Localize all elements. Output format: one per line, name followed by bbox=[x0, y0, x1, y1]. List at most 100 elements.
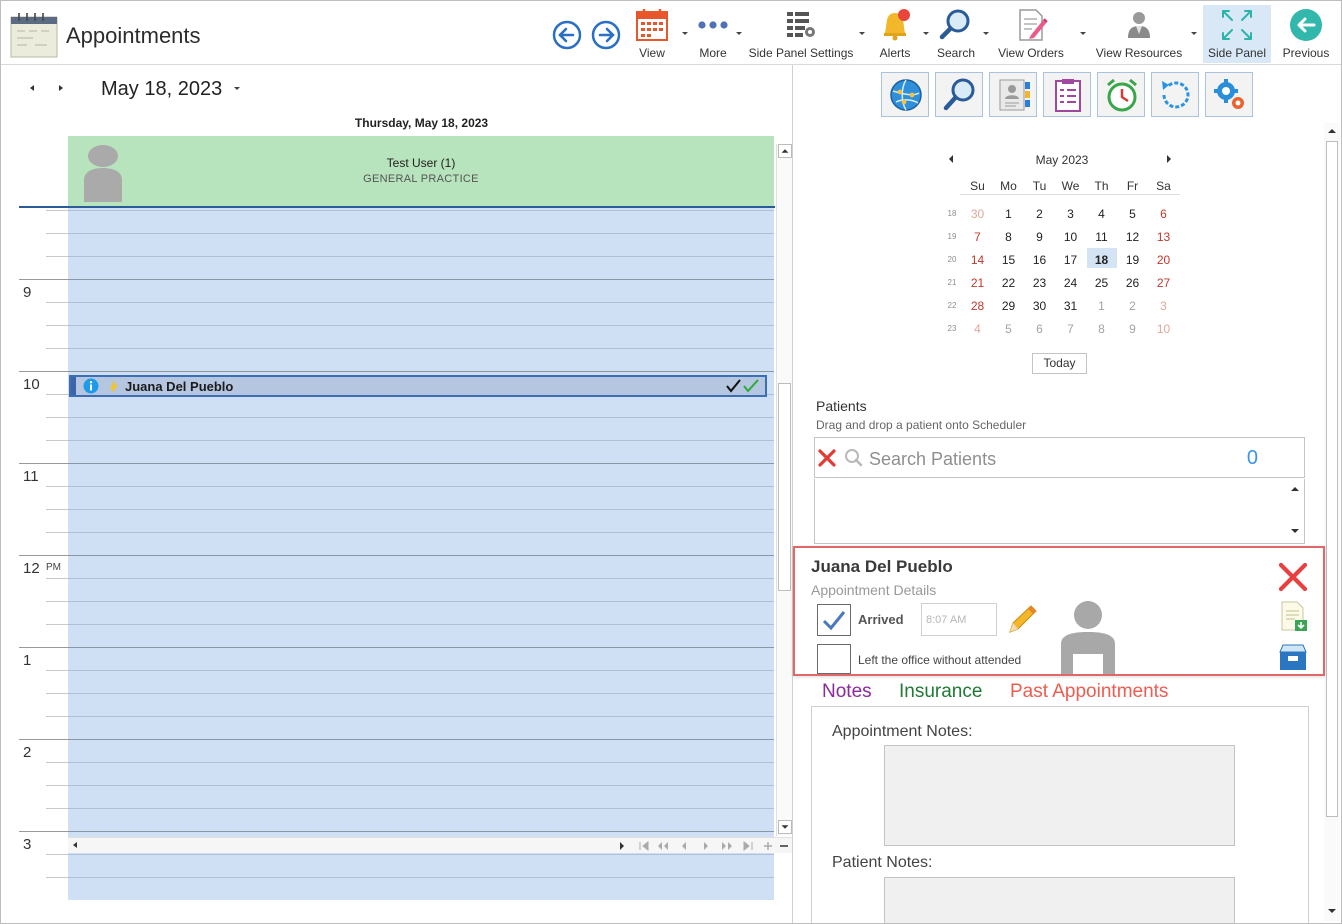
view-dropdown-caret-icon[interactable] bbox=[680, 29, 690, 37]
next-day-arrow-icon[interactable] bbox=[56, 83, 66, 93]
calendar-day[interactable]: 11 bbox=[1086, 230, 1117, 244]
settings-gears-button[interactable] bbox=[1205, 72, 1253, 117]
calendar-day[interactable]: 21 bbox=[962, 276, 993, 290]
calendar-day[interactable]: 20 bbox=[1148, 253, 1179, 267]
checklist-button[interactable] bbox=[1043, 72, 1091, 117]
calendar-day[interactable]: 7 bbox=[962, 230, 993, 244]
calendar-day[interactable]: 8 bbox=[993, 230, 1024, 244]
calendar-day[interactable]: 5 bbox=[1117, 207, 1148, 221]
info-icon[interactable] bbox=[83, 378, 99, 394]
calendar-day[interactable]: 13 bbox=[1148, 230, 1179, 244]
forward-arrow-icon[interactable] bbox=[591, 20, 621, 50]
scrollbar-thumb[interactable] bbox=[778, 383, 791, 591]
previous-day-arrow-icon[interactable] bbox=[27, 83, 37, 93]
scheduler-vertical-scrollbar[interactable] bbox=[776, 144, 792, 836]
patient-search-input[interactable] bbox=[869, 447, 1229, 471]
previous-button[interactable]: Previous bbox=[1280, 5, 1332, 63]
calendar-day[interactable]: 24 bbox=[1055, 276, 1086, 290]
arrived-checkbox[interactable] bbox=[817, 604, 851, 636]
appointment-block[interactable]: Juana Del Pueblo bbox=[69, 375, 767, 397]
globe-network-button[interactable] bbox=[881, 72, 929, 117]
tab-insurance[interactable]: Insurance bbox=[899, 681, 982, 703]
calendar-day[interactable]: 28 bbox=[962, 299, 993, 313]
calendar-day[interactable]: 29 bbox=[993, 299, 1024, 313]
side-panel-settings-caret-icon[interactable] bbox=[857, 29, 867, 37]
search-caret-icon[interactable] bbox=[981, 29, 991, 37]
patient-list-scroll-arrows-icon[interactable] bbox=[1288, 481, 1302, 539]
side-panel-settings-button[interactable]: Side Panel Settings bbox=[748, 5, 854, 63]
calendar-day[interactable]: 3 bbox=[1055, 207, 1086, 221]
search-panel-button[interactable] bbox=[935, 72, 983, 117]
side-panel-scrollbar[interactable] bbox=[1324, 123, 1340, 921]
calendar-next-month-icon[interactable] bbox=[1165, 154, 1173, 164]
calendar-day[interactable]: 14 bbox=[962, 253, 993, 267]
calendar-day[interactable]: 9 bbox=[1117, 322, 1148, 336]
date-dropdown-caret-icon[interactable] bbox=[232, 84, 242, 94]
calendar-day[interactable]: 25 bbox=[1086, 276, 1117, 290]
calendar-day[interactable]: 18 bbox=[1086, 253, 1117, 267]
patient-notes-field[interactable] bbox=[884, 877, 1235, 923]
calendar-day[interactable]: 23 bbox=[1024, 276, 1055, 290]
side-panel-scroll-down-icon[interactable] bbox=[1326, 905, 1338, 917]
more-button[interactable]: More bbox=[693, 5, 733, 63]
calendar-month-title[interactable]: May 2023 bbox=[944, 153, 1180, 167]
calendar-day[interactable]: 30 bbox=[1024, 299, 1055, 313]
view-button[interactable]: View bbox=[632, 5, 672, 63]
calendar-day[interactable]: 19 bbox=[1117, 253, 1148, 267]
calendar-day[interactable]: 30 bbox=[962, 207, 993, 221]
calendar-day[interactable]: 7 bbox=[1055, 322, 1086, 336]
calendar-day[interactable]: 8 bbox=[1086, 322, 1117, 336]
left-office-checkbox[interactable] bbox=[817, 644, 851, 674]
view-resources-caret-icon[interactable] bbox=[1189, 29, 1199, 37]
more-dropdown-caret-icon[interactable] bbox=[734, 29, 744, 37]
calendar-day[interactable]: 31 bbox=[1055, 299, 1086, 313]
scheduler-horizontal-scrollbar[interactable] bbox=[68, 837, 792, 853]
archive-box-icon[interactable] bbox=[1277, 642, 1309, 672]
alerts-caret-icon[interactable] bbox=[921, 29, 931, 37]
back-arrow-icon[interactable] bbox=[552, 20, 582, 50]
calendar-day[interactable]: 3 bbox=[1148, 299, 1179, 313]
calendar-day[interactable]: 15 bbox=[993, 253, 1024, 267]
calendar-day[interactable]: 9 bbox=[1024, 230, 1055, 244]
record-navigator-icons[interactable] bbox=[618, 839, 790, 853]
clear-search-icon[interactable] bbox=[817, 448, 837, 468]
tab-past-appointments[interactable]: Past Appointments bbox=[1010, 681, 1168, 703]
tab-notes[interactable]: Notes bbox=[822, 681, 872, 703]
calendar-day[interactable]: 4 bbox=[962, 322, 993, 336]
view-resources-button[interactable]: View Resources bbox=[1095, 5, 1183, 63]
calendar-day[interactable]: 6 bbox=[1148, 207, 1179, 221]
side-panel-button[interactable]: Side Panel bbox=[1203, 5, 1271, 63]
calendar-day[interactable]: 12 bbox=[1117, 230, 1148, 244]
alerts-button[interactable]: Alerts bbox=[873, 5, 917, 63]
document-download-icon[interactable] bbox=[1279, 600, 1309, 632]
calendar-day[interactable]: 17 bbox=[1055, 253, 1086, 267]
pencil-icon[interactable] bbox=[1005, 603, 1039, 637]
close-icon[interactable] bbox=[1277, 561, 1309, 593]
calendar-day[interactable]: 2 bbox=[1024, 207, 1055, 221]
view-orders-button[interactable]: View Orders bbox=[995, 5, 1067, 63]
search-button[interactable]: Search bbox=[934, 5, 978, 63]
calendar-day[interactable]: 16 bbox=[1024, 253, 1055, 267]
calendar-day[interactable]: 1 bbox=[1086, 299, 1117, 313]
calendar-day[interactable]: 10 bbox=[1055, 230, 1086, 244]
scroll-up-arrow-icon[interactable] bbox=[778, 144, 792, 158]
today-button[interactable]: Today bbox=[1032, 353, 1087, 374]
calendar-day[interactable]: 5 bbox=[993, 322, 1024, 336]
calendar-day[interactable]: 6 bbox=[1024, 322, 1055, 336]
view-orders-caret-icon[interactable] bbox=[1078, 29, 1088, 37]
contact-card-button[interactable] bbox=[989, 72, 1037, 117]
calendar-day[interactable]: 27 bbox=[1148, 276, 1179, 290]
calendar-day[interactable]: 1 bbox=[993, 207, 1024, 221]
current-date[interactable]: May 18, 2023 bbox=[101, 78, 222, 101]
scroll-left-arrow-icon[interactable] bbox=[70, 840, 80, 850]
refresh-button[interactable] bbox=[1151, 72, 1199, 117]
patient-list[interactable] bbox=[814, 479, 1305, 544]
arrived-time-field[interactable]: 8:07 AM bbox=[921, 603, 997, 636]
alarm-clock-button[interactable] bbox=[1097, 72, 1145, 117]
calendar-day[interactable]: 10 bbox=[1148, 322, 1179, 336]
calendar-day[interactable]: 4 bbox=[1086, 207, 1117, 221]
appointment-notes-field[interactable] bbox=[884, 745, 1235, 846]
calendar-day[interactable]: 22 bbox=[993, 276, 1024, 290]
calendar-day[interactable]: 2 bbox=[1117, 299, 1148, 313]
time-grid[interactable] bbox=[68, 208, 774, 900]
